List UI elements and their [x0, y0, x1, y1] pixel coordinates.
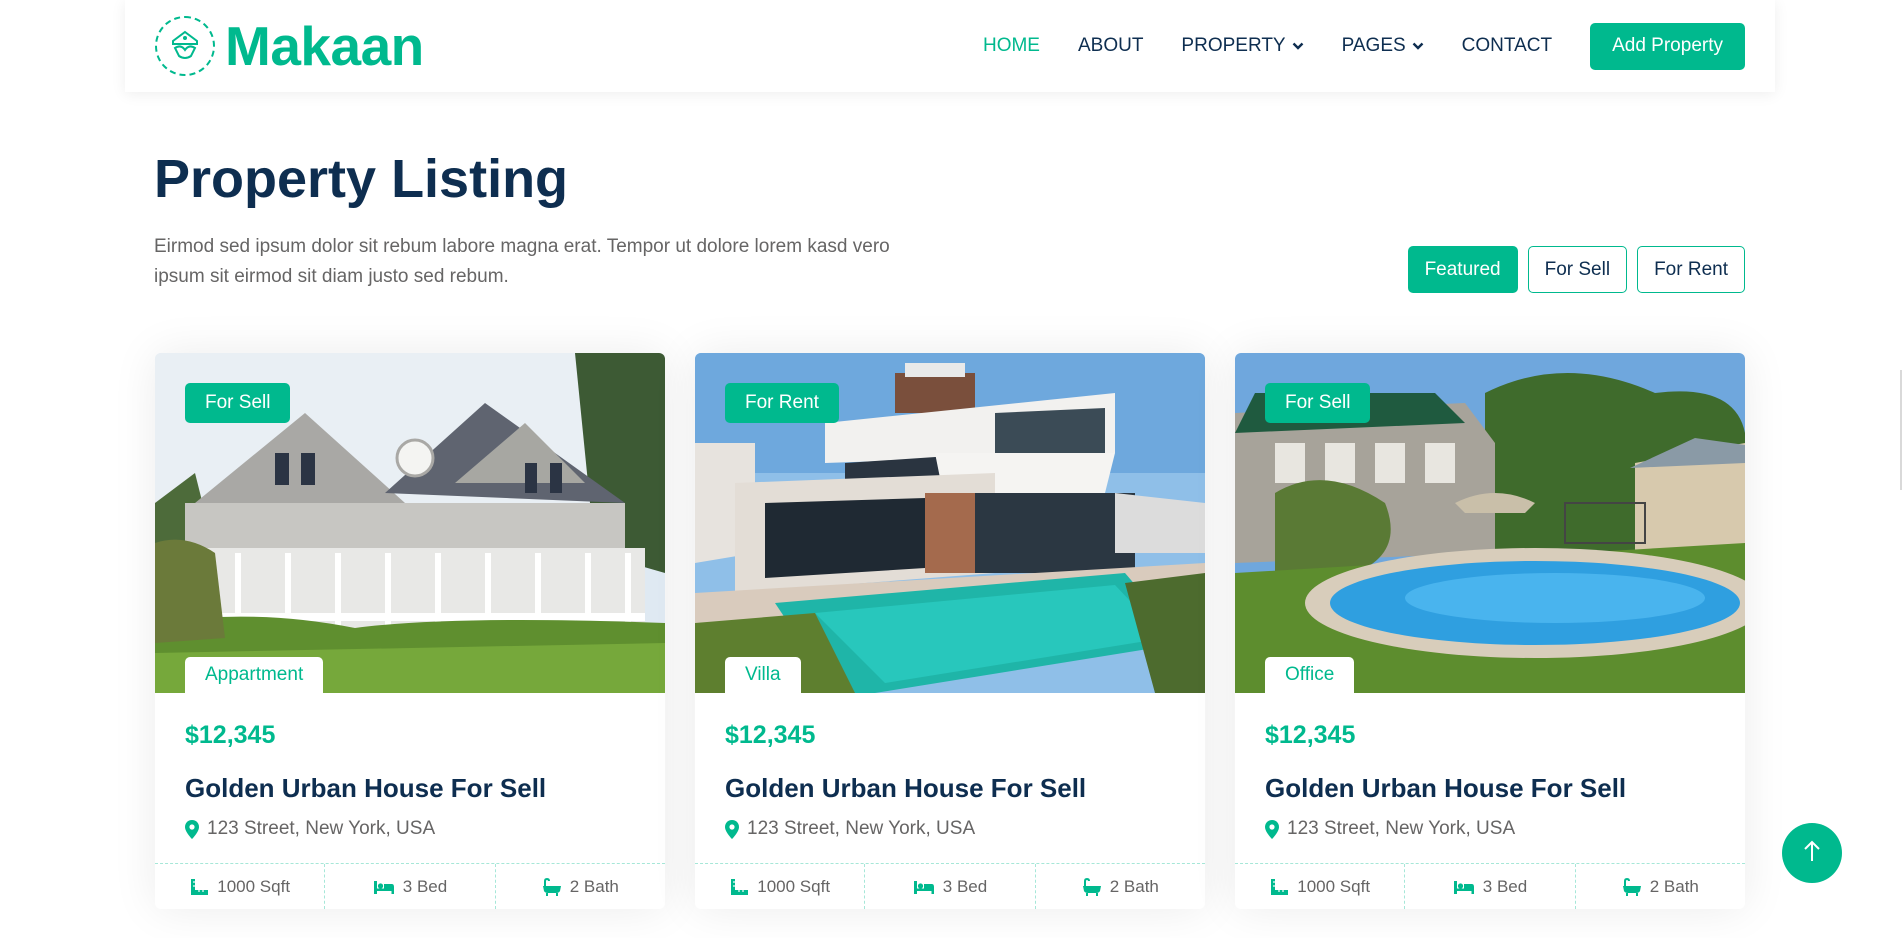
nav-item-about[interactable]: ABOUT	[1078, 35, 1143, 57]
property-card[interactable]: For Rent Villa $12,345 Golden Urban Hous…	[695, 353, 1205, 909]
address: 123 Street, New York, USA	[185, 818, 635, 840]
nav-item-home[interactable]: HOME	[983, 35, 1040, 57]
status-badge: For Sell	[1265, 383, 1371, 423]
bath-info: 2 Bath	[496, 864, 665, 909]
bath-text: 2 Bath	[569, 876, 619, 896]
page-description: Eirmod sed ipsum dolor sit rebum labore …	[154, 236, 890, 287]
handshake-house-icon	[155, 16, 215, 76]
property-card[interactable]: For Sell Office $12,345 Golden Urban Hou…	[1235, 353, 1745, 909]
bath-icon	[542, 877, 562, 896]
area-info: 1000 Sqft	[695, 864, 866, 909]
type-badge: Appartment	[185, 657, 324, 693]
bed-info: 3 Bed	[865, 864, 1036, 909]
bed-text: 3 Bed	[942, 876, 988, 896]
bed-text: 3 Bed	[1482, 876, 1528, 896]
add-property-button[interactable]: Add Property	[1590, 22, 1745, 70]
area-text: 1000 Sqft	[217, 876, 291, 896]
property-card[interactable]: For Sell Appartment $12,345 Golden Urban…	[155, 353, 665, 909]
map-pin-icon	[1265, 819, 1279, 839]
nav-menu: HOME ABOUT PROPERTY PAGES CONTACT Add Pr…	[945, 22, 1745, 70]
nav-item-label: ABOUT	[1077, 35, 1144, 56]
area-text: 1000 Sqft	[1297, 876, 1371, 896]
nav-item-pages[interactable]: PAGES	[1342, 35, 1424, 57]
ruler-icon	[189, 878, 209, 896]
brand[interactable]: Makaan	[155, 14, 424, 78]
status-badge: For Rent	[725, 383, 839, 423]
nav-item-label: HOME	[982, 35, 1040, 56]
map-pin-icon	[725, 819, 739, 839]
ruler-icon	[729, 878, 749, 896]
nav-item-contact[interactable]: CONTACT	[1462, 35, 1552, 57]
price: $12,345	[185, 721, 276, 749]
area-info: 1000 Sqft	[155, 864, 326, 909]
bath-text: 2 Bath	[1109, 876, 1159, 896]
card-footer: 1000 Sqft 3 Bed 2 Bath	[695, 863, 1205, 909]
bath-info: 2 Bath	[1036, 864, 1205, 909]
card-body: $12,345 Golden Urban House For Sell 123 …	[155, 693, 665, 840]
property-title[interactable]: Golden Urban House For Sell	[185, 773, 635, 804]
property-image[interactable]: For Sell Office	[1235, 353, 1745, 693]
property-title[interactable]: Golden Urban House For Sell	[1265, 773, 1715, 804]
navbar: Makaan HOME ABOUT PROPERTY PAGES CONTACT…	[125, 0, 1775, 92]
card-footer: 1000 Sqft 3 Bed 2 Bath	[155, 863, 665, 909]
status-badge: For Sell	[185, 383, 291, 423]
card-body: $12,345 Golden Urban House For Sell 123 …	[695, 693, 1205, 840]
page-title: Property Listing	[154, 149, 569, 209]
back-to-top-button[interactable]	[1782, 823, 1842, 883]
bath-info: 2 Bath	[1576, 864, 1745, 909]
type-badge: Villa	[725, 657, 801, 693]
bed-icon	[373, 879, 395, 895]
arrow-up-icon	[1802, 839, 1822, 868]
bath-icon	[1082, 877, 1102, 896]
address-text: 123 Street, New York, USA	[747, 818, 976, 839]
address: 123 Street, New York, USA	[1265, 818, 1715, 840]
ruler-icon	[1269, 878, 1289, 896]
tab-featured[interactable]: Featured	[1407, 246, 1518, 293]
nav-item-property[interactable]: PROPERTY	[1181, 35, 1303, 57]
brand-name: Makaan	[225, 15, 424, 77]
filter-tabs: Featured For Sell For Rent	[1398, 246, 1745, 293]
card-footer: 1000 Sqft 3 Bed 2 Bath	[1235, 863, 1745, 909]
address-text: 123 Street, New York, USA	[207, 818, 436, 839]
nav-item-label: PROPERTY	[1181, 35, 1286, 56]
map-pin-icon	[185, 819, 199, 839]
address: 123 Street, New York, USA	[725, 818, 1175, 840]
price: $12,345	[725, 721, 816, 749]
bed-info: 3 Bed	[325, 864, 496, 909]
card-body: $12,345 Golden Urban House For Sell 123 …	[1235, 693, 1745, 840]
property-image[interactable]: For Rent Villa	[695, 353, 1205, 693]
nav-item-label: CONTACT	[1461, 35, 1553, 56]
price: $12,345	[1265, 721, 1356, 749]
bath-text: 2 Bath	[1649, 876, 1699, 896]
bed-icon	[913, 879, 935, 895]
property-image[interactable]: For Sell Appartment	[155, 353, 665, 693]
area-info: 1000 Sqft	[1235, 864, 1406, 909]
nav-item-label: PAGES	[1341, 35, 1406, 56]
property-list: For Sell Appartment $12,345 Golden Urban…	[155, 353, 1745, 909]
bath-icon	[1622, 877, 1642, 896]
bed-info: 3 Bed	[1405, 864, 1576, 909]
property-title[interactable]: Golden Urban House For Sell	[725, 773, 1175, 804]
tab-for-sell[interactable]: For Sell	[1527, 246, 1628, 293]
chevron-down-icon	[1412, 41, 1424, 51]
type-badge: Office	[1265, 657, 1355, 693]
area-text: 1000 Sqft	[757, 876, 831, 896]
bed-icon	[1453, 879, 1475, 895]
address-text: 123 Street, New York, USA	[1287, 818, 1516, 839]
bed-text: 3 Bed	[402, 876, 448, 896]
tab-for-rent[interactable]: For Rent	[1637, 246, 1745, 293]
chevron-down-icon	[1292, 41, 1304, 51]
